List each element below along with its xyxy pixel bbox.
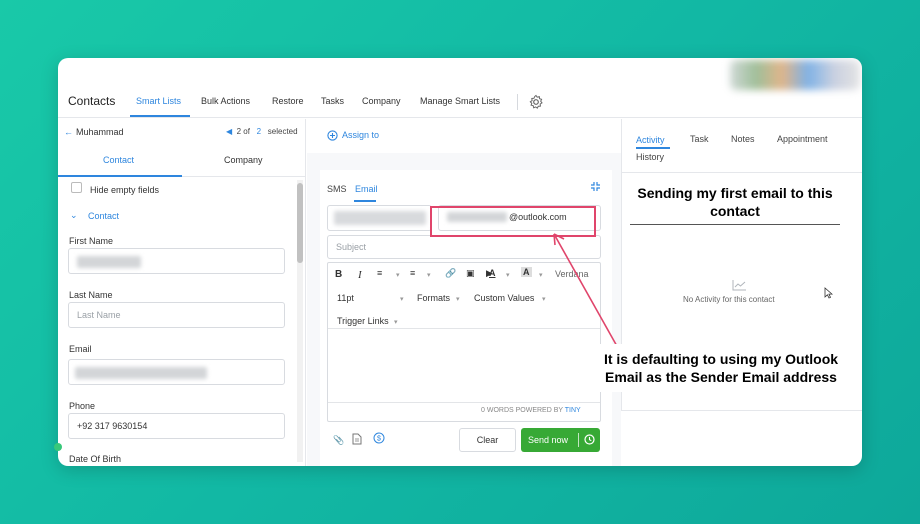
- tab-email[interactable]: Email: [355, 184, 378, 194]
- phone-field[interactable]: +92 317 9630154: [68, 413, 285, 439]
- chevron-down-icon[interactable]: ▾: [427, 271, 431, 279]
- send-now-button[interactable]: Send now: [521, 428, 600, 452]
- email-label: Email: [69, 344, 92, 354]
- subject-placeholder: Subject: [336, 242, 367, 252]
- annotation-top: Sending my first email to this contact: [637, 185, 833, 219]
- tab-restore[interactable]: Restore: [272, 96, 304, 106]
- tab-smart-lists[interactable]: Smart Lists: [136, 96, 181, 106]
- phone-value: +92 317 9630154: [77, 421, 148, 431]
- tab-contact[interactable]: Contact: [103, 155, 134, 165]
- nav-divider: [517, 94, 518, 110]
- top-nav: Contacts Smart Lists Bulk Actions Restor…: [58, 58, 862, 118]
- chevron-down-icon[interactable]: ⌄: [70, 210, 78, 221]
- word-count-brand: TINY: [564, 407, 581, 414]
- pager-current: 2: [236, 127, 242, 136]
- send-now-label: Send now: [528, 435, 569, 445]
- tab-appointment[interactable]: Appointment: [777, 134, 828, 144]
- pager-selected: selected: [267, 127, 298, 136]
- tab-company-details[interactable]: Company: [224, 155, 263, 165]
- first-name-field[interactable]: [68, 248, 285, 274]
- pager-of: of: [243, 127, 250, 136]
- active-tab-indicator: [130, 115, 190, 117]
- highlight-color-icon[interactable]: A: [521, 267, 532, 277]
- page-title: Contacts: [68, 94, 116, 108]
- status-divider: [328, 402, 600, 403]
- chevron-down-icon[interactable]: ▾: [542, 295, 546, 303]
- link-icon[interactable]: 🔗: [445, 268, 456, 279]
- attachment-icon[interactable]: 📎: [333, 435, 344, 446]
- activity-tabs-divider: [622, 172, 862, 173]
- tab-company[interactable]: Company: [362, 96, 401, 106]
- tab-tasks[interactable]: Tasks: [321, 96, 344, 106]
- button-divider: [578, 433, 579, 447]
- redacted-value: [75, 367, 207, 379]
- assign-to-link[interactable]: Assign to: [342, 130, 379, 140]
- tab-notes[interactable]: Notes: [731, 134, 755, 144]
- annotation-underline: [630, 224, 840, 225]
- chevron-down-icon[interactable]: ▾: [396, 271, 400, 279]
- chevron-down-icon[interactable]: ▾: [539, 271, 543, 279]
- chevron-down-icon[interactable]: ▾: [506, 271, 510, 279]
- tab-bulk-actions[interactable]: Bulk Actions: [201, 96, 250, 106]
- tab-task[interactable]: Task: [690, 134, 709, 144]
- chevron-down-icon[interactable]: ▾: [394, 318, 398, 326]
- tab-sms[interactable]: SMS: [327, 184, 347, 194]
- bold-icon[interactable]: B: [335, 269, 342, 280]
- chevron-down-icon[interactable]: ▾: [400, 295, 404, 303]
- to-field[interactable]: [327, 205, 432, 231]
- plus-circle-icon[interactable]: [327, 130, 338, 141]
- chevron-down-icon[interactable]: ▾: [456, 295, 460, 303]
- first-name-label: First Name: [69, 236, 114, 246]
- contact-section-label[interactable]: Contact: [88, 211, 119, 221]
- word-count-text: 0 WORDS POWERED BY: [481, 407, 563, 414]
- dob-label: Date Of Birth: [69, 454, 122, 464]
- tab-history[interactable]: History: [636, 152, 664, 162]
- image-icon[interactable]: ▣: [466, 268, 475, 279]
- font-size-select[interactable]: 11pt: [337, 293, 354, 303]
- annotation-arrow: [553, 233, 619, 349]
- tab-manage-smart-lists[interactable]: Manage Smart Lists: [420, 96, 500, 106]
- redacted-value: [334, 211, 426, 225]
- pager-total: 2: [256, 127, 262, 136]
- active-tab-indicator: [58, 175, 182, 177]
- custom-values-menu[interactable]: Custom Values: [474, 293, 534, 303]
- back-arrow-icon[interactable]: ←: [64, 127, 73, 137]
- prev-arrow-icon[interactable]: ◀: [226, 127, 232, 136]
- last-name-label: Last Name: [69, 290, 113, 300]
- hide-empty-checkbox[interactable]: [71, 182, 82, 193]
- dollar-icon[interactable]: $: [373, 432, 385, 444]
- gear-icon[interactable]: [528, 94, 544, 110]
- bullet-list-icon[interactable]: ≡: [377, 268, 382, 278]
- formats-menu[interactable]: Formats: [417, 293, 450, 303]
- app-window: Contacts Smart Lists Bulk Actions Restor…: [58, 58, 862, 466]
- hide-empty-label: Hide empty fields: [90, 185, 160, 195]
- last-name-field[interactable]: Last Name: [68, 302, 285, 328]
- contact-tabs: Contact Company: [58, 145, 306, 177]
- contact-name: Muhammad: [76, 127, 124, 137]
- status-dot: [54, 443, 62, 451]
- left-scrollbar-thumb[interactable]: [297, 183, 303, 263]
- svg-text:$: $: [377, 436, 381, 443]
- clear-button[interactable]: Clear: [459, 428, 516, 452]
- trigger-links-menu[interactable]: Trigger Links: [337, 316, 389, 326]
- email-field[interactable]: [68, 359, 285, 385]
- document-icon[interactable]: [352, 433, 362, 445]
- tab-activity[interactable]: Activity: [636, 135, 665, 145]
- redacted-value: [77, 256, 141, 268]
- last-name-placeholder: Last Name: [77, 310, 121, 320]
- word-count: 0 WORDS POWERED BY TINY: [481, 407, 581, 414]
- collapse-icon[interactable]: [590, 181, 601, 192]
- chart-line-icon: [732, 280, 746, 291]
- numbered-list-icon[interactable]: ≡: [410, 268, 415, 278]
- text-color-icon[interactable]: A: [489, 268, 496, 278]
- contact-pager: ◀ 2 of 2 selected: [226, 127, 298, 136]
- active-tab-indicator: [636, 147, 670, 149]
- no-activity-label: No Activity for this contact: [683, 295, 775, 304]
- active-tab-indicator: [354, 200, 376, 202]
- annotation-bottom: It is defaulting to using my Outlook Ema…: [603, 351, 839, 385]
- schedule-clock-icon[interactable]: [583, 433, 596, 446]
- cursor-icon: [824, 287, 833, 299]
- italic-icon[interactable]: I: [358, 269, 362, 281]
- phone-label: Phone: [69, 401, 96, 411]
